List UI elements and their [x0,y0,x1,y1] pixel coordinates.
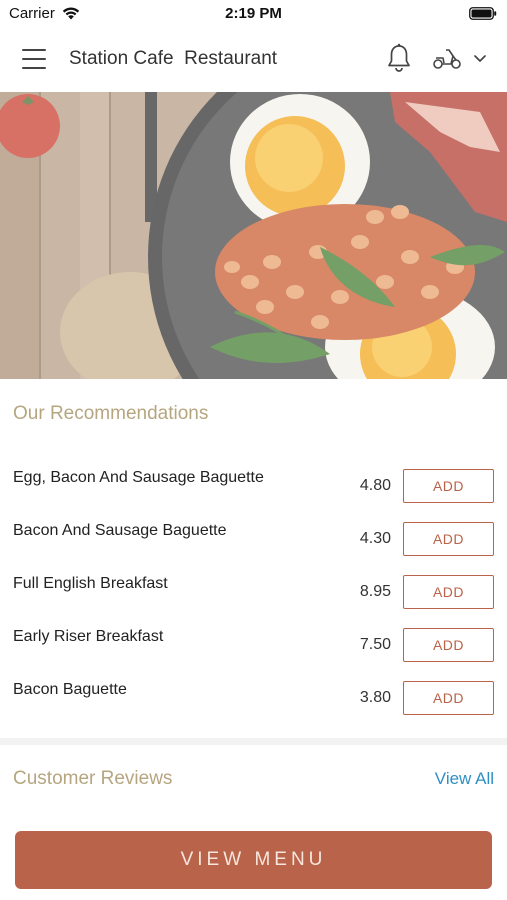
view-menu-button[interactable]: VIEW MENU [15,831,492,889]
add-button[interactable]: ADD [403,522,494,556]
app-header: Station Cafe Restaurant [0,28,507,92]
item-price: 4.30 [359,530,391,547]
add-button[interactable]: ADD [403,469,494,503]
reviews-heading: Customer Reviews [13,768,173,789]
add-button[interactable]: ADD [403,681,494,715]
list-item: Bacon Baguette 3.80 ADD [0,672,507,725]
item-name: Bacon And Sausage Baguette [13,522,227,539]
list-item: Bacon And Sausage Baguette 4.30 ADD [0,513,507,566]
list-item: Early Riser Breakfast 7.50 ADD [0,619,507,672]
item-price: 4.80 [359,477,391,494]
status-bar: Carrier 2:19 PM [0,0,507,28]
scooter-icon[interactable] [432,47,462,71]
view-all-link[interactable]: View All [435,769,494,789]
add-button[interactable]: ADD [403,575,494,609]
hero-image [0,92,507,379]
item-name: Full English Breakfast [13,575,168,592]
item-name: Egg, Bacon And Sausage Baguette [13,469,264,486]
battery-icon [469,7,497,20]
section-divider [0,738,507,745]
item-price: 7.50 [359,636,391,653]
recommendations-list: Egg, Bacon And Sausage Baguette 4.80 ADD… [0,460,507,725]
menu-icon[interactable] [22,49,48,71]
chevron-down-icon[interactable] [473,54,487,64]
add-button[interactable]: ADD [403,628,494,662]
item-price: 3.80 [359,689,391,706]
item-price: 8.95 [359,583,391,600]
list-item: Full English Breakfast 8.95 ADD [0,566,507,619]
list-item: Egg, Bacon And Sausage Baguette 4.80 ADD [0,460,507,513]
item-name: Early Riser Breakfast [13,628,164,645]
status-time: 2:19 PM [225,5,282,22]
bell-icon[interactable] [386,43,412,73]
restaurant-title: Station Cafe Restaurant [69,48,278,69]
recommendations-heading: Our Recommendations [13,403,209,424]
item-name: Bacon Baguette [13,681,127,698]
